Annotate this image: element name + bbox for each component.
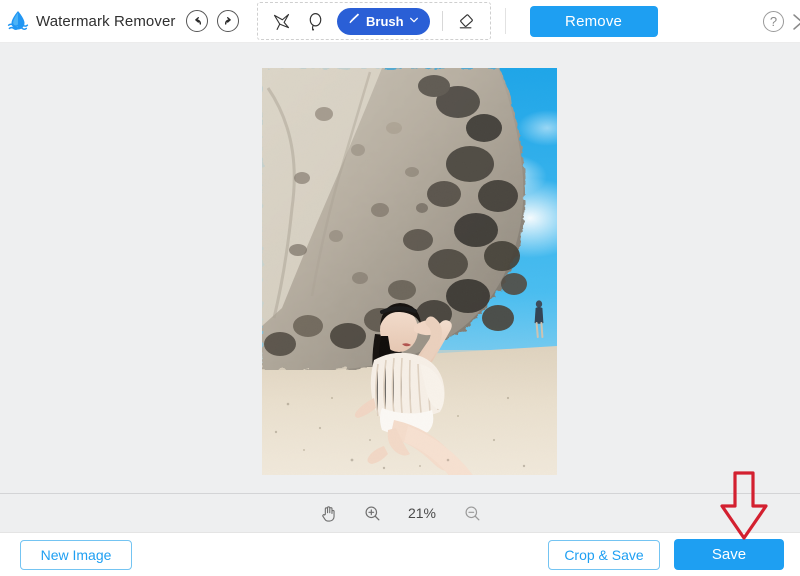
- polygonal-lasso-icon[interactable]: [264, 5, 298, 37]
- close-icon[interactable]: [788, 12, 800, 32]
- brush-tool-button[interactable]: Brush: [337, 7, 430, 35]
- app-header: Watermark Remover Brush Remove ?: [0, 0, 800, 43]
- tool-group: Brush: [257, 2, 491, 40]
- history-buttons: [186, 10, 239, 32]
- undo-button[interactable]: [186, 10, 208, 32]
- app-footer: New Image Crop & Save Save: [0, 533, 800, 576]
- app-title: Watermark Remover: [36, 12, 176, 30]
- editor-canvas[interactable]: [0, 43, 800, 494]
- lasso-icon[interactable]: [298, 5, 332, 37]
- brush-label: Brush: [366, 13, 404, 29]
- zoom-toolbar: 21%: [0, 494, 800, 533]
- redo-button[interactable]: [217, 10, 239, 32]
- new-image-button[interactable]: New Image: [20, 539, 132, 570]
- photo-preview[interactable]: [262, 68, 557, 475]
- header-right-actions: ?: [763, 0, 800, 43]
- remove-button[interactable]: Remove: [529, 5, 658, 37]
- tool-divider: [441, 11, 443, 31]
- crop-and-save-button[interactable]: Crop & Save: [548, 539, 660, 570]
- hand-pan-icon[interactable]: [317, 502, 339, 524]
- watermark-remover-app: Watermark Remover Brush Remove ? 21% New…: [0, 0, 800, 576]
- water-drop-logo-icon: [6, 9, 30, 33]
- chevron-down-icon: [409, 12, 419, 30]
- brand: Watermark Remover: [0, 9, 180, 33]
- beach-photo: [262, 68, 557, 475]
- save-button[interactable]: Save: [674, 539, 784, 570]
- zoom-in-icon[interactable]: [361, 502, 383, 524]
- zoom-out-icon[interactable]: [461, 502, 483, 524]
- brush-icon: [346, 11, 361, 31]
- header-divider: [504, 8, 506, 34]
- help-circle-icon[interactable]: ?: [763, 11, 784, 32]
- zoom-level-label: 21%: [407, 505, 437, 521]
- eraser-icon[interactable]: [450, 5, 484, 37]
- footer-right-actions: Crop & Save Save: [548, 539, 784, 570]
